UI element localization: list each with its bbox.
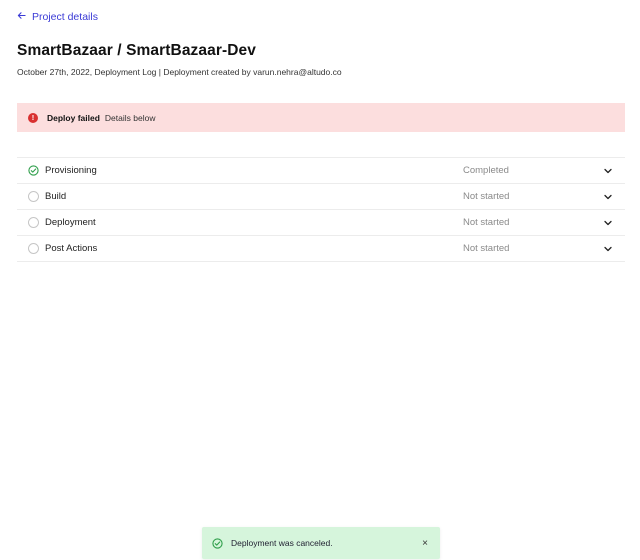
deployment-steps-list: Provisioning Completed Build Not started…: [17, 157, 625, 262]
step-status: Not started: [463, 191, 510, 202]
chevron-down-icon[interactable]: [603, 218, 613, 228]
chevron-down-icon[interactable]: [603, 166, 613, 176]
step-name: Build: [45, 191, 67, 202]
alert-detail: Details below: [104, 112, 156, 123]
error-icon: !: [28, 112, 38, 123]
deployment-canceled-toast: Deployment was canceled. ×: [202, 527, 440, 559]
step-status: Not started: [463, 243, 510, 254]
empty-circle-icon: [28, 191, 39, 202]
toast-message: Deployment was canceled.: [231, 538, 333, 548]
step-build[interactable]: Build Not started: [17, 184, 625, 210]
step-post-actions[interactable]: Post Actions Not started: [17, 236, 625, 262]
step-provisioning[interactable]: Provisioning Completed: [17, 158, 625, 184]
step-status: Completed: [463, 165, 509, 176]
check-circle-icon: [212, 537, 223, 549]
back-link-label: Project details: [32, 11, 98, 23]
page-title: SmartBazaar / SmartBazaar-Dev: [17, 42, 256, 59]
arrow-left-icon: [17, 11, 26, 23]
check-circle-icon: [28, 165, 39, 176]
step-deployment[interactable]: Deployment Not started: [17, 210, 625, 236]
chevron-down-icon[interactable]: [603, 192, 613, 202]
step-name: Post Actions: [45, 243, 98, 254]
empty-circle-icon: [28, 217, 39, 228]
back-to-project-link[interactable]: Project details: [17, 10, 98, 24]
chevron-down-icon[interactable]: [603, 244, 613, 254]
close-icon[interactable]: ×: [420, 538, 430, 549]
empty-circle-icon: [28, 243, 39, 254]
deployment-log-page: Project details SmartBazaar / SmartBazaa…: [0, 0, 640, 560]
step-name: Deployment: [45, 217, 96, 228]
deployment-meta: October 27th, 2022, Deployment Log | Dep…: [17, 67, 342, 77]
deploy-failed-alert: ! Deploy failed Details below: [17, 103, 625, 132]
alert-title: Deploy failed: [47, 112, 100, 123]
step-name: Provisioning: [45, 165, 97, 176]
step-status: Not started: [463, 217, 510, 228]
